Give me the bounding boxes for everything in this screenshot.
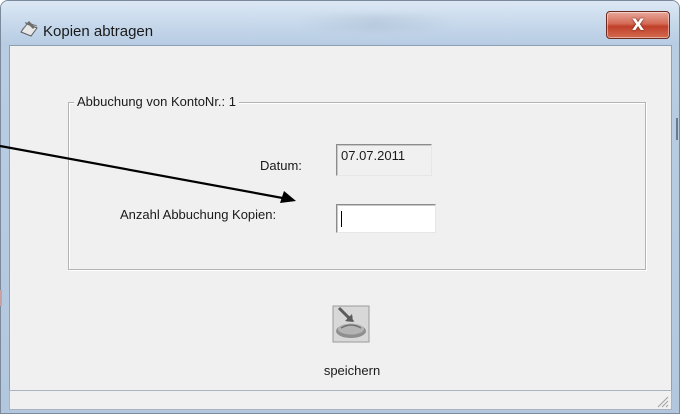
resize-grip-icon[interactable] [655, 394, 669, 408]
anzahl-label: Anzahl Abbuchung Kopien: [120, 207, 277, 222]
save-button[interactable]: speichern [320, 304, 390, 378]
save-data-icon [331, 304, 371, 344]
datum-field: 07.07.2011 [336, 144, 432, 176]
groupbox-legend: Abbuchung von KontoNr.: 1 [74, 94, 240, 110]
edit-document-icon [18, 19, 40, 37]
title-bar-blur [301, 15, 451, 31]
datum-label: Datum: [260, 158, 302, 173]
background-edge-mark [0, 290, 2, 306]
title-bar[interactable]: Kopien abtragen X [1, 1, 679, 45]
anzahl-kopien-input[interactable] [336, 204, 436, 233]
save-button-label: speichern [323, 363, 381, 378]
dialog-window: Kopien abtragen X Abbuchung von KontoNr.… [0, 0, 680, 414]
close-icon: X [631, 15, 645, 34]
status-bar [9, 390, 672, 410]
account-groupbox [68, 102, 646, 270]
dialog-client-area: Abbuchung von KontoNr.: 1 Datum: 07.07.2… [9, 45, 672, 391]
text-caret [341, 211, 342, 227]
window-title: Kopien abtragen [43, 23, 154, 40]
background-edge-mark [676, 118, 678, 140]
close-button[interactable]: X [606, 11, 670, 39]
